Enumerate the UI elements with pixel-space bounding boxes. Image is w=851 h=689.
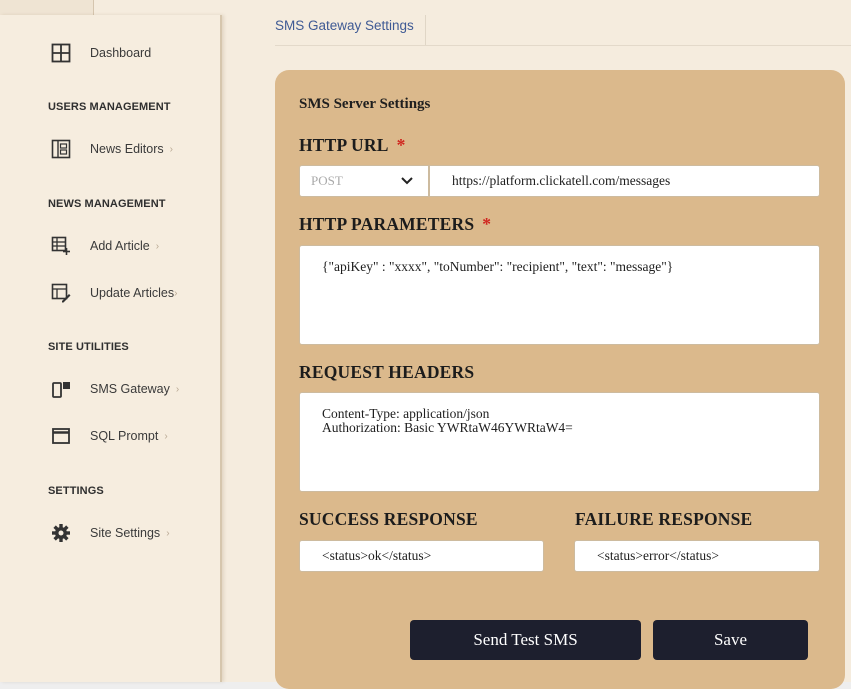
section-title-settings: SETTINGS (48, 485, 104, 497)
save-button[interactable]: Save (653, 620, 808, 660)
devices-icon (50, 378, 72, 400)
chevron-right-icon: › (166, 527, 170, 539)
sidebar-item-label: SMS Gateway (90, 382, 170, 396)
chevron-right-icon: › (155, 240, 160, 252)
header-divider (425, 15, 426, 45)
sidebar-item-news-editors[interactable]: News Editors › (50, 138, 173, 160)
http-parameters-textarea[interactable]: {"apiKey" : "xxxx", "toNumber": "recipie… (299, 245, 820, 345)
sidebar-item-label: Dashboard (90, 46, 152, 60)
sidebar-item-label: SQL Prompt (90, 429, 159, 443)
success-response-input[interactable]: <status>ok</status> (299, 540, 544, 572)
required-marker: * (396, 135, 406, 155)
request-headers-textarea[interactable]: Content-Type: application/json Authoriza… (299, 392, 820, 492)
grid-icon (50, 42, 72, 64)
send-test-sms-button[interactable]: Send Test SMS (410, 620, 641, 660)
sidebar-item-label: Update Articles (90, 286, 175, 300)
http-parameters-label-text: HTTP PARAMETERS (299, 214, 475, 234)
success-response-label: SUCCESS RESPONSE (299, 509, 478, 529)
sidebar-item-dashboard[interactable]: Dashboard (50, 42, 151, 64)
http-url-label: HTTP URL * (299, 135, 406, 156)
sidebar-item-label: News Editors (90, 142, 164, 156)
method-select-value: POST (311, 173, 343, 188)
sidebar-item-label: Site Settings (90, 526, 161, 540)
required-marker: * (482, 214, 492, 234)
window-icon (50, 425, 72, 447)
chevron-right-icon: › (174, 287, 178, 299)
http-url-input[interactable]: https://platform.clickatell.com/messages (429, 165, 820, 197)
layout-icon (50, 138, 72, 160)
sidebar-item-sms-gateway[interactable]: SMS Gateway › (50, 378, 179, 400)
method-select[interactable]: POST (299, 165, 429, 197)
section-title-news: NEWS MANAGEMENT (48, 198, 166, 210)
sidebar-item-label: Add Article (90, 239, 150, 253)
sidebar-item-site-settings[interactable]: Site Settings › (50, 522, 170, 544)
section-title-users: USERS MANAGEMENT (48, 101, 171, 113)
sidebar-item-sql-prompt[interactable]: SQL Prompt › (50, 425, 168, 447)
http-url-label-text: HTTP URL (299, 135, 389, 155)
chevron-right-icon: › (164, 430, 168, 442)
chevron-down-icon (400, 175, 414, 191)
sidebar-item-update-articles[interactable]: Update Articles › (50, 282, 177, 304)
breadcrumb[interactable]: SMS Gateway Settings (275, 18, 414, 33)
sidebar-item-add-article[interactable]: Add Article › (50, 235, 159, 257)
http-parameters-label: HTTP PARAMETERS * (299, 214, 491, 235)
gear-icon (50, 522, 72, 544)
failure-response-input[interactable]: <status>error</status> (574, 540, 820, 572)
failure-response-label: FAILURE RESPONSE (575, 509, 753, 529)
header-line (275, 45, 851, 46)
card-title: SMS Server Settings (299, 96, 431, 112)
chevron-right-icon: › (169, 143, 173, 155)
top-tab (0, 0, 94, 15)
table-add-icon (50, 235, 72, 257)
chevron-right-icon: › (175, 383, 180, 395)
table-edit-icon (50, 282, 72, 304)
request-headers-label: REQUEST HEADERS (299, 362, 475, 382)
section-title-utilities: SITE UTILITIES (48, 341, 129, 353)
